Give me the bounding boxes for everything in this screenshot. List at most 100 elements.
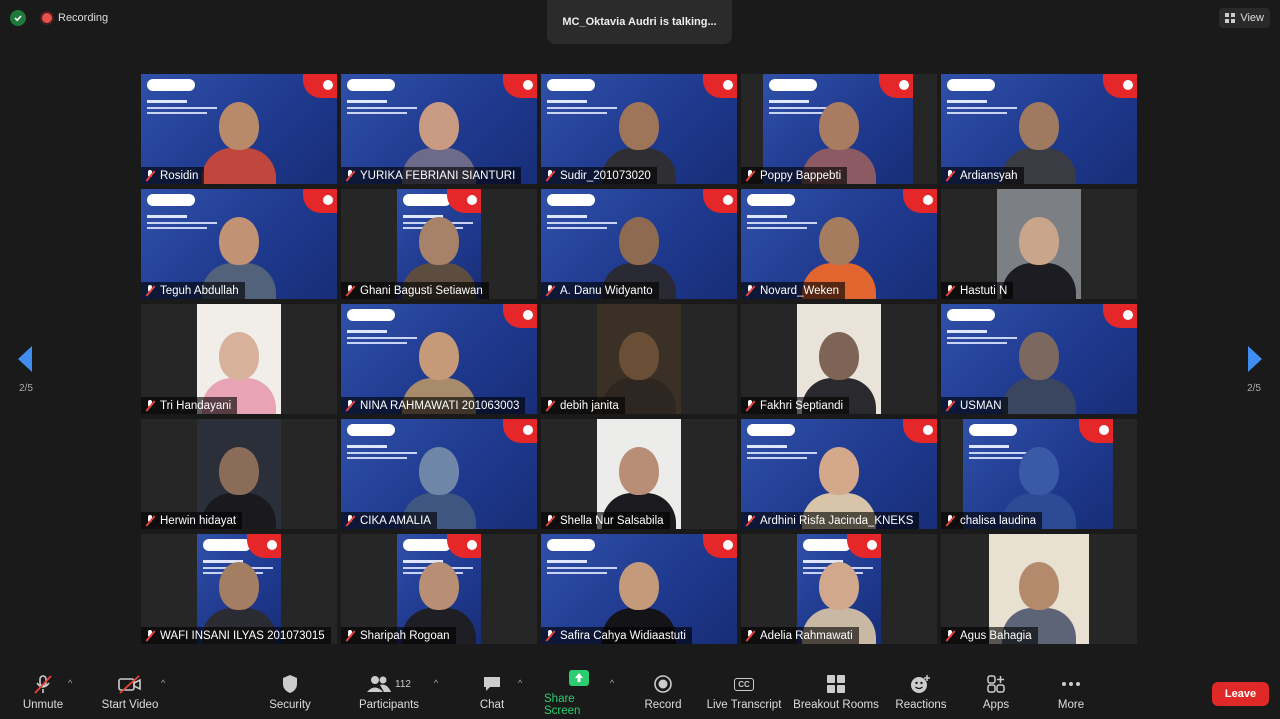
more-button[interactable]: More [1050,664,1092,719]
participant-name: Ardiansyah [960,169,1018,182]
breakout-rooms-button[interactable]: Breakout Rooms [792,664,880,719]
record-button[interactable]: Record [640,664,686,719]
participant-name: WAFI INSANI ILYAS 201073015 [160,629,325,642]
participant-tile[interactable]: Hastuti N [941,189,1137,299]
participant-tile[interactable]: Poppy Bappebti [741,74,937,184]
participant-name-tag: Poppy Bappebti [741,167,848,184]
participant-name-tag: NINA RAHMAWATI 201063003 [341,397,526,414]
participant-name: A. Danu Widyanto [560,284,653,297]
participant-name-tag: Adelia Rahmawati [741,627,859,644]
view-button[interactable]: View [1219,8,1270,28]
participant-name: CIKA AMALIA [360,514,431,527]
participants-button[interactable]: 112 Participants [356,664,422,719]
participant-tile[interactable]: Safira Cahya Widiaastuti [541,534,737,644]
next-page-arrow-icon[interactable] [1248,346,1262,372]
participant-tile[interactable]: Ardhini Risfa Jacinda_KNEKS [741,419,937,529]
participant-tile[interactable]: Ardiansyah [941,74,1137,184]
breakout-rooms-label: Breakout Rooms [793,699,879,711]
participant-tile[interactable]: Shella Nur Salsabila [541,419,737,529]
smiley-face-icon [910,672,932,696]
reactions-button[interactable]: Reactions [894,664,948,719]
live-transcript-button[interactable]: CC Live Transcript [704,664,784,719]
participant-tile[interactable]: NINA RAHMAWATI 201063003 [341,304,537,414]
meeting-toolbar: Unmute ^ Start Video ^ Security 112 Part… [0,664,1280,719]
participant-name: YURIKA FEBRIANI SIANTURI [360,169,516,182]
breakout-rooms-icon [826,672,846,696]
participant-name-tag: Herwin hidayat [141,512,243,529]
share-options-caret-icon[interactable]: ^ [610,678,614,688]
mic-muted-icon [745,170,755,181]
participant-name-tag: Sharipah Rogoan [341,627,456,644]
chat-bubble-icon [482,672,502,696]
participant-name: Tri Handayani [160,399,232,412]
chat-label: Chat [479,699,505,711]
mic-muted-icon [545,515,555,526]
participant-name: Sudir_201073020 [560,169,651,182]
unmute-label: Unmute [22,699,64,711]
participant-name-tag: Ardiansyah [941,167,1024,184]
participant-name: chalisa laudina [960,514,1037,527]
mic-muted-icon [345,285,355,296]
participants-options-caret-icon[interactable]: ^ [434,678,438,688]
chat-button[interactable]: Chat [472,664,512,719]
security-button[interactable]: Security [262,664,318,719]
participant-tile[interactable]: Tri Handayani [141,304,337,414]
microphone-muted-icon [32,672,54,696]
participant-name-tag: Novard_Weken [741,282,846,299]
participant-tile[interactable]: Ghani Bagusti Setiawan [341,189,537,299]
mic-muted-icon [345,170,355,181]
leave-button[interactable]: Leave [1212,682,1269,706]
unmute-button[interactable]: Unmute [14,664,72,719]
participant-name: Novard_Weken [760,284,840,297]
mic-muted-icon [145,515,155,526]
mic-muted-icon [145,630,155,641]
active-speaker-text: MC_Oktavia Audri is talking... [562,16,717,28]
participant-tile[interactable]: Teguh Abdullah [141,189,337,299]
participant-name-tag: Rosidin [141,167,205,184]
participant-name-tag: CIKA AMALIA [341,512,437,529]
participant-tile[interactable]: WAFI INSANI ILYAS 201073015 [141,534,337,644]
participant-tile[interactable]: Herwin hidayat [141,419,337,529]
participant-tile[interactable]: Agus Bahagia [941,534,1137,644]
reactions-label: Reactions [895,699,947,711]
mic-muted-icon [545,630,555,641]
participant-tile[interactable]: USMAN [941,304,1137,414]
previous-page-arrow-icon[interactable] [18,346,32,372]
chat-options-caret-icon[interactable]: ^ [518,678,522,688]
participant-name: Ardhini Risfa Jacinda_KNEKS [760,514,914,527]
participant-name-tag: WAFI INSANI ILYAS 201073015 [141,627,331,644]
participant-tile[interactable]: Sudir_201073020 [541,74,737,184]
participant-name: Safira Cahya Widiaastuti [560,629,686,642]
recording-indicator[interactable]: Recording [42,12,108,24]
participant-tile[interactable]: Fakhri Septiandi [741,304,937,414]
participant-tile[interactable]: Novard_Weken [741,189,937,299]
participant-tile[interactable]: Rosidin [141,74,337,184]
participant-tile[interactable]: A. Danu Widyanto [541,189,737,299]
participant-tile[interactable]: YURIKA FEBRIANI SIANTURI [341,74,537,184]
live-transcript-label: Live Transcript [706,699,782,711]
participant-tile[interactable]: Sharipah Rogoan [341,534,537,644]
apps-button[interactable]: Apps [976,664,1016,719]
share-screen-button[interactable]: Share Screen [544,664,614,719]
record-label: Record [644,699,682,711]
start-video-button[interactable]: Start Video [98,664,162,719]
participant-name: Teguh Abdullah [160,284,239,297]
participant-tile[interactable]: chalisa laudina [941,419,1137,529]
participant-tile[interactable]: debih janita [541,304,737,414]
top-bar: Recording MC_Oktavia Audri is talking...… [0,0,1280,44]
participant-name-tag: YURIKA FEBRIANI SIANTURI [341,167,522,184]
share-screen-icon [568,666,590,690]
audio-options-caret-icon[interactable]: ^ [68,678,72,688]
participant-tile[interactable]: Adelia Rahmawati [741,534,937,644]
closed-caption-icon: CC [734,672,754,696]
video-options-caret-icon[interactable]: ^ [161,678,165,688]
security-shield-icon[interactable] [10,10,26,26]
participant-name-tag: A. Danu Widyanto [541,282,659,299]
more-label: More [1057,699,1085,711]
active-speaker-banner: MC_Oktavia Audri is talking... [547,0,732,44]
participant-name-tag: USMAN [941,397,1008,414]
participant-name-tag: Teguh Abdullah [141,282,245,299]
participants-label: Participants [358,699,420,711]
participant-tile[interactable]: CIKA AMALIA [341,419,537,529]
mic-muted-icon [145,170,155,181]
